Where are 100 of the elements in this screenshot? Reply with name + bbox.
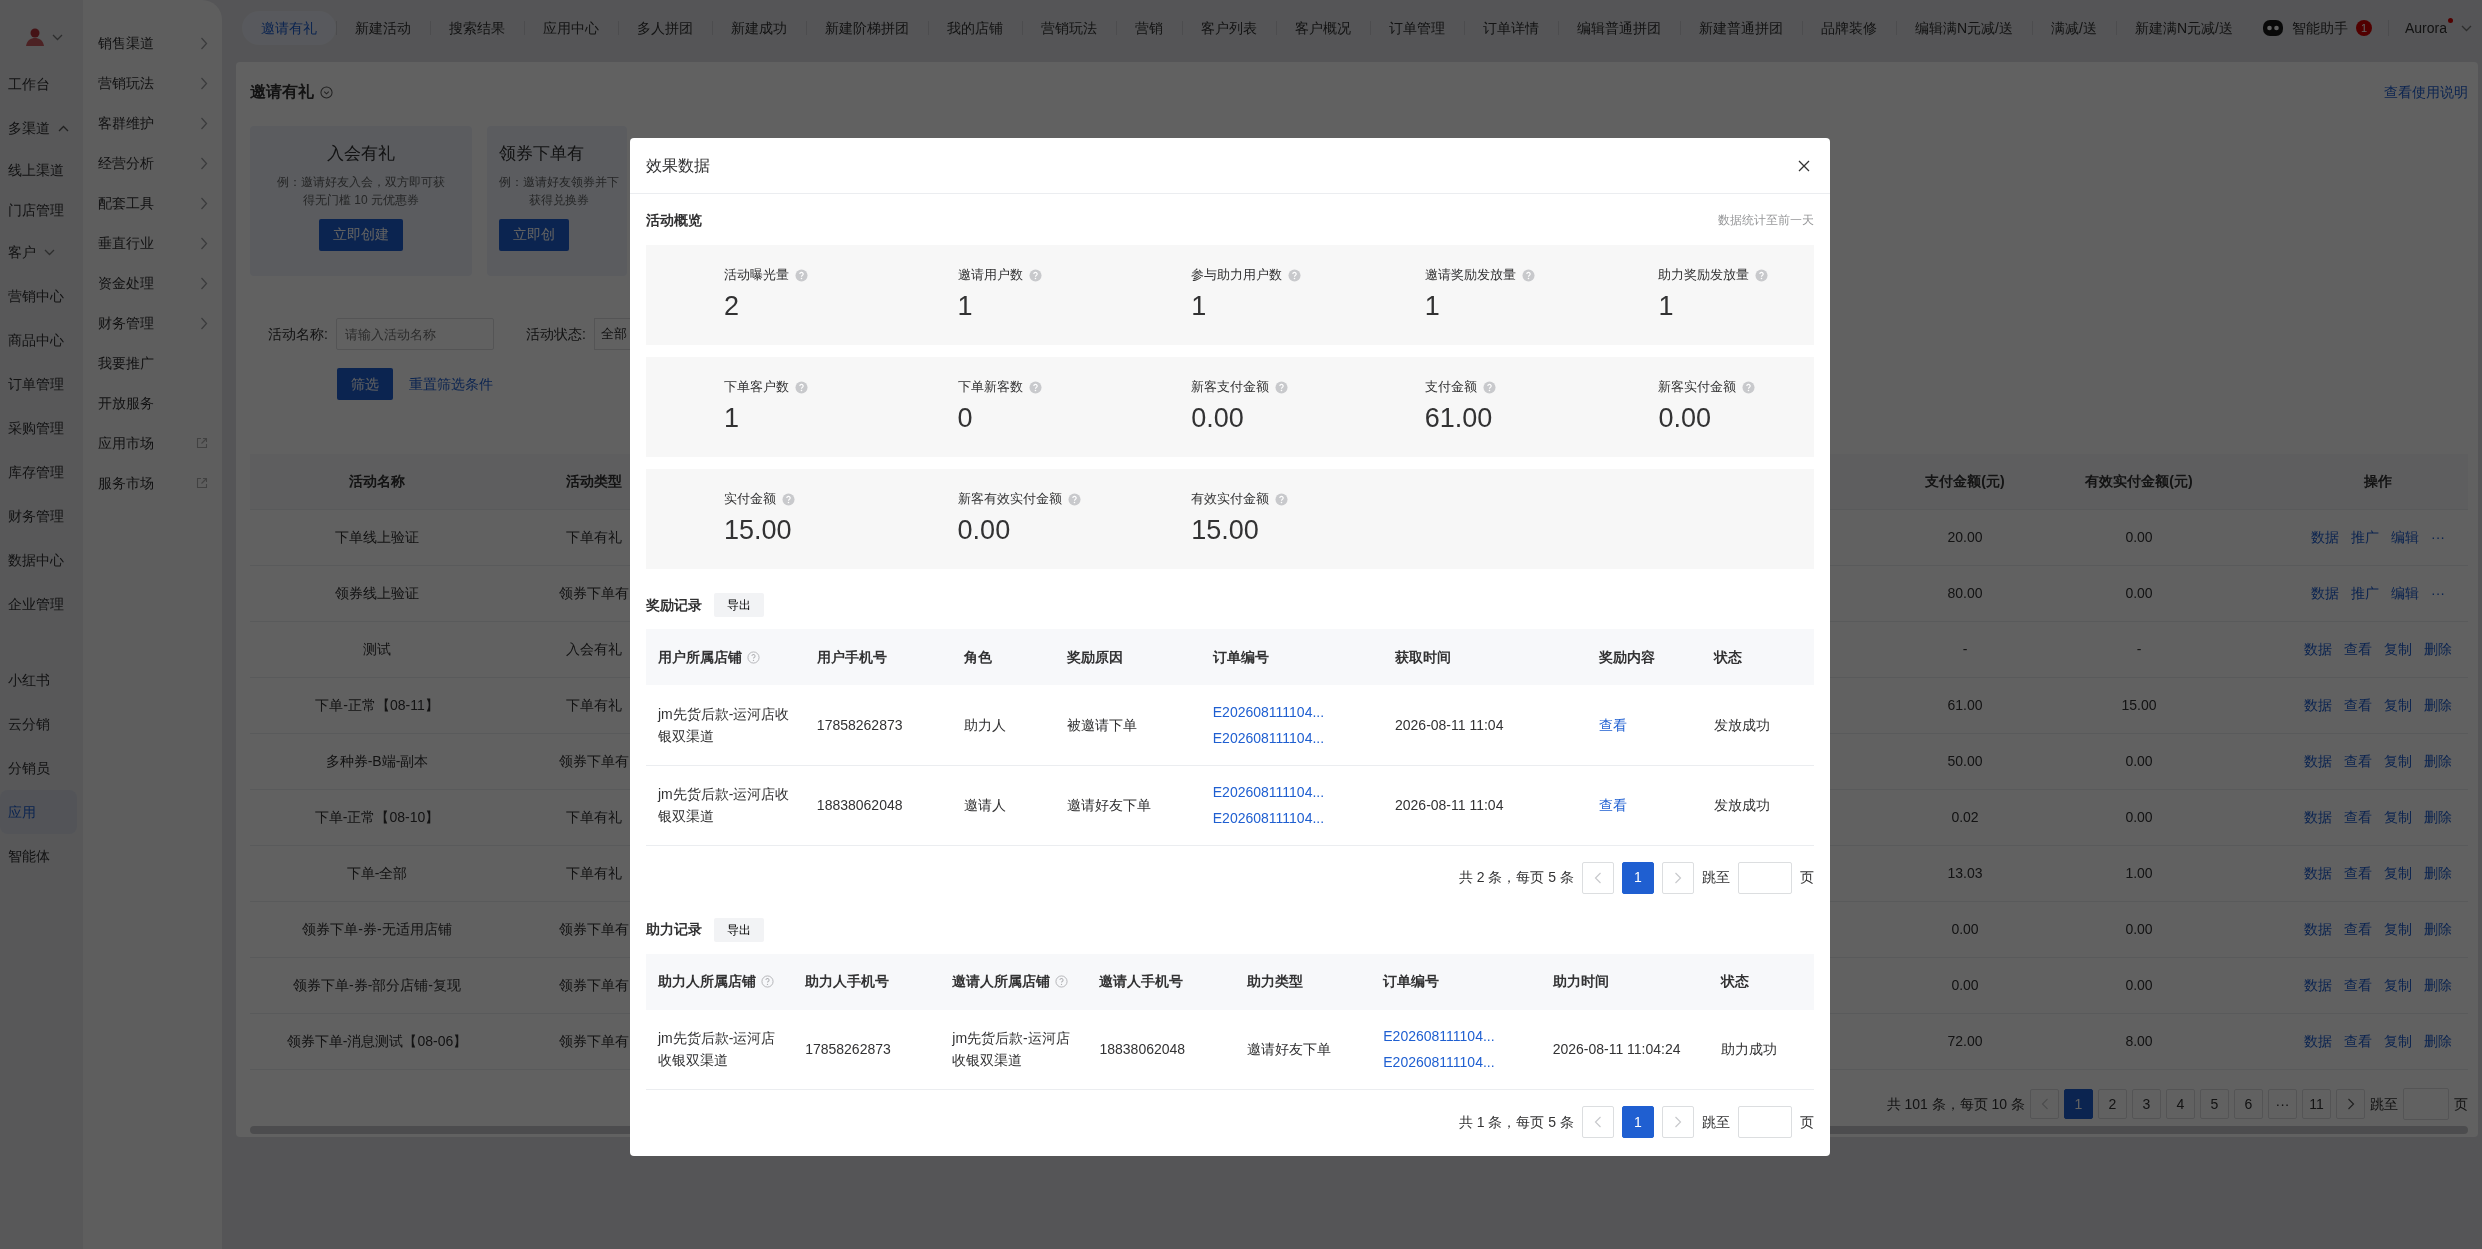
action-link[interactable]: 复制 [2384,863,2412,884]
action-link[interactable]: 复制 [2384,751,2412,772]
page-tab[interactable]: 营销玩法 [1022,11,1116,45]
action-link[interactable]: 数据 [2304,863,2332,884]
page-button[interactable]: 1 [1622,1106,1654,1138]
action-link[interactable]: 复制 [2384,975,2412,996]
previous-page-button[interactable] [1582,861,1614,894]
page-button[interactable]: 2 [2098,1089,2127,1119]
next-page-button[interactable] [1662,861,1694,894]
action-link[interactable]: 复制 [2384,639,2412,660]
next-page-button[interactable] [1662,1106,1694,1138]
page-tab[interactable]: 新建成功 [712,11,806,45]
nav-item[interactable]: 智能体 [0,834,77,878]
order-link[interactable]: E202608111104... [1212,698,1325,725]
action-link[interactable]: 查看 [2344,639,2372,660]
action-link[interactable]: 数据 [2304,975,2332,996]
action-link[interactable]: 编辑 [2391,583,2419,604]
next-page-button[interactable] [2336,1089,2365,1119]
action-link[interactable]: 数据 [2311,527,2339,548]
page-button[interactable]: 11 [2302,1089,2331,1119]
submenu-item[interactable]: 垂直行业 [83,223,222,263]
nav-item[interactable]: 门店管理 [0,190,77,230]
action-link[interactable]: 数据 [2304,695,2332,716]
page-tab[interactable]: 品牌装修 [1802,11,1896,45]
submenu-item[interactable]: 资金处理 [83,263,222,303]
submenu-item[interactable]: 应用市场 [83,423,222,463]
submenu-item[interactable]: 配套工具 [83,183,222,223]
action-link[interactable]: 数据 [2304,807,2332,828]
action-link[interactable]: 数据 [2304,751,2332,772]
action-link[interactable]: 复制 [2384,1031,2412,1052]
create-button[interactable]: 立即创建 [319,218,403,251]
nav-item[interactable]: 多渠道 [0,106,77,150]
nav-item[interactable]: 财务管理 [0,494,77,538]
submenu-item[interactable]: 服务市场 [83,463,222,503]
user-menu[interactable]: Aurora [2404,17,2472,39]
action-link[interactable]: ··· [2431,527,2445,548]
create-button[interactable]: 立即创 [499,218,569,251]
nav-item[interactable]: 工作台 [0,62,77,106]
action-link[interactable]: 复制 [2384,807,2412,828]
nav-item[interactable]: 库存管理 [0,450,77,494]
help-link[interactable]: 查看使用说明 [2384,81,2468,103]
action-link[interactable]: 编辑 [2391,527,2419,548]
order-link[interactable]: E202608111104... [1212,805,1325,831]
action-link[interactable]: 删除 [2424,751,2452,772]
status-select[interactable]: 全部 [593,318,630,350]
reset-link[interactable]: 重置筛选条件 [409,373,493,395]
nav-item[interactable]: 小红书 [0,658,77,702]
submenu-item[interactable]: 财务管理 [83,303,222,343]
submenu-item[interactable]: 营销玩法 [83,63,222,103]
submenu-item[interactable]: 开放服务 [83,383,222,423]
assistant-button[interactable]: 智能助手 1 [2261,17,2372,39]
nav-item[interactable]: 商品中心 [0,318,77,362]
order-link[interactable]: E202608111104... [1212,724,1325,751]
nav-item[interactable]: 云分销 [0,702,77,746]
page-tab[interactable]: 搜索结果 [430,11,524,45]
action-link[interactable]: 删除 [2424,639,2452,660]
nav-item[interactable]: 订单管理 [0,362,77,406]
order-link[interactable]: E202608111104... [1383,1049,1495,1076]
action-link[interactable]: 删除 [2424,975,2452,996]
nav-item[interactable]: 营销中心 [0,274,77,318]
action-link[interactable]: 查看 [2344,863,2372,884]
action-link[interactable]: 数据 [2311,583,2339,604]
page-tab[interactable]: 我的店铺 [928,11,1022,45]
action-link[interactable]: 查看 [2344,975,2372,996]
page-button[interactable]: 4 [2166,1089,2195,1119]
export-button[interactable]: 导出 [714,593,764,617]
export-button[interactable]: 导出 [714,917,764,942]
nav-item[interactable]: 客户 [0,230,77,274]
page-tab[interactable]: 编辑普通拼团 [1558,11,1680,45]
previous-page-button[interactable] [1582,1106,1614,1138]
page-tab[interactable]: 应用中心 [524,11,618,45]
action-link[interactable]: 删除 [2424,919,2452,940]
action-link[interactable]: 数据 [2304,1031,2332,1052]
page-tab[interactable]: 订单管理 [1370,11,1464,45]
action-link[interactable]: 查看 [2344,1031,2372,1052]
page-button[interactable]: 5 [2200,1089,2229,1119]
nav-item[interactable]: 数据中心 [0,538,77,582]
page-tab[interactable]: 多人拼团 [618,11,712,45]
page-tab[interactable]: 订单详情 [1464,11,1558,45]
nav-item[interactable]: 采购管理 [0,406,77,450]
action-link[interactable]: 删除 [2424,807,2452,828]
page-tab[interactable]: 营销 [1116,11,1182,45]
action-link[interactable]: 删除 [2424,695,2452,716]
nav-item[interactable]: 分销员 [0,746,77,790]
action-link[interactable]: 推广 [2351,583,2379,604]
action-link[interactable]: ··· [2431,583,2445,604]
page-button[interactable]: 1 [2064,1089,2093,1119]
submenu-item[interactable]: 客群维护 [83,103,222,143]
action-link[interactable]: 数据 [2304,639,2332,660]
page-input-field[interactable] [1738,861,1792,894]
page-tab[interactable]: 编辑满N元减/送 [1896,11,2032,45]
page-tab[interactable]: 新建普通拼团 [1680,11,1802,45]
action-link[interactable]: 数据 [2304,919,2332,940]
page-tab[interactable]: 客户列表 [1182,11,1276,45]
page-button[interactable]: 6 [2234,1089,2263,1119]
action-link[interactable]: 查看 [2344,919,2372,940]
submenu-item[interactable]: 我要推广 [83,343,222,383]
view-link[interactable]: 查看 [1599,716,1628,733]
action-link[interactable]: 删除 [2424,863,2452,884]
submenu-item[interactable]: 经营分析 [83,143,222,183]
